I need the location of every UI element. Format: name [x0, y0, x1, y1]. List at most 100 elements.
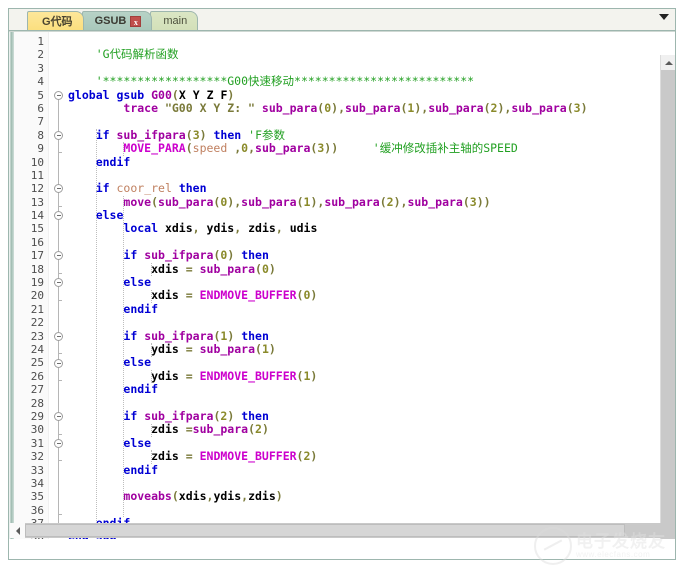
code-line: moveabs(xdis,ydis,zdis) — [123, 489, 283, 504]
scroll-up-button[interactable] — [661, 55, 675, 70]
tab-main[interactable]: main — [150, 11, 199, 30]
vertical-scrollbar[interactable] — [660, 55, 675, 539]
indent-guide — [151, 343, 153, 357]
line-number: 6 — [37, 101, 44, 115]
horizontal-scroll-thumb[interactable] — [25, 524, 625, 537]
code-line: zdis =sub_para(2) — [151, 422, 269, 437]
indent-guide — [151, 450, 153, 464]
code-line: if sub_ifpara(1) then — [123, 328, 269, 343]
line-number: 30 — [30, 423, 44, 437]
indent-guide — [151, 289, 153, 303]
application-window: G代码 GSUB x main 1 2 3 4 5 6 7 8 9 10 11 12 13 14 15 16 1… — [0, 0, 686, 571]
tab-main-label: main — [163, 15, 188, 27]
fold-end-tick — [58, 514, 62, 515]
line-number: 28 — [30, 396, 44, 410]
line-number: 35 — [30, 490, 44, 504]
horizontal-scrollbar[interactable] — [10, 523, 662, 538]
line-number: 25 — [30, 356, 44, 370]
line-number: 17 — [30, 249, 44, 263]
line-number: 5 — [37, 88, 44, 102]
indent-guide — [151, 423, 153, 437]
fold-end-tick — [58, 205, 62, 207]
fold-end-tick — [58, 460, 62, 462]
line-number: 9 — [37, 142, 44, 156]
arrow-up-icon — [664, 60, 673, 65]
code-line: ydis = ENDMOVE_BUFFER(1) — [151, 368, 318, 383]
line-number: 10 — [30, 155, 44, 169]
line-number: 20 — [30, 289, 44, 303]
tab-gsub[interactable]: GSUB x — [81, 11, 153, 30]
code-line: if coor_rel then — [95, 181, 207, 196]
line-number-gutter: 1 2 3 4 5 6 7 8 9 10 11 12 13 14 15 16 17 18 19 20 21 22 23 24 2… — [14, 32, 48, 539]
line-number: 21 — [30, 302, 44, 316]
tab-gsub-label: GSUB — [94, 15, 127, 27]
code-line: endif — [95, 154, 131, 169]
code-line: ydis = sub_para(1) — [151, 341, 276, 356]
fold-toggle-icon[interactable] — [54, 90, 63, 100]
fold-end-tick — [58, 433, 62, 435]
code-line: endif — [123, 382, 159, 397]
code-editor-panel: G代码 GSUB x main 1 2 3 4 5 6 7 8 9 10 11 12 13 14 15 16 1… — [8, 8, 676, 560]
source-code-text[interactable]: 'G代码解析函数 '******************G00快速移动*****… — [68, 32, 675, 539]
code-line: local xdis, ydis, zdis, udis — [123, 221, 318, 236]
line-number: 13 — [30, 195, 44, 209]
code-line: else — [95, 208, 124, 223]
tab-gcode[interactable]: G代码 — [27, 11, 84, 30]
fold-range-line — [58, 258, 59, 270]
editor-tab-bar: G代码 GSUB x main — [9, 9, 675, 31]
code-line: endif — [123, 462, 159, 477]
line-number: 34 — [30, 476, 44, 490]
line-number: 32 — [30, 450, 44, 464]
line-number: 31 — [30, 436, 44, 450]
fold-toggle-icon[interactable] — [54, 358, 63, 368]
line-number: 2 — [37, 48, 44, 62]
code-line: '******************G00快速移动**************… — [95, 74, 475, 89]
line-number: 19 — [30, 276, 44, 290]
close-icon[interactable]: x — [130, 15, 142, 27]
line-number: 26 — [30, 369, 44, 383]
indent-guide — [151, 370, 153, 384]
scroll-left-button[interactable] — [10, 523, 25, 538]
code-line: xdis = sub_para(0) — [151, 261, 276, 276]
fold-margin[interactable] — [48, 32, 68, 539]
line-number: 22 — [30, 316, 44, 330]
fold-toggle-icon[interactable] — [54, 331, 63, 341]
line-number: 11 — [30, 168, 44, 182]
line-number: 4 — [37, 75, 44, 89]
code-region: 1 2 3 4 5 6 7 8 9 10 11 12 13 14 15 16 17 18 19 20 21 22 23 24 2… — [9, 31, 675, 539]
line-number: 16 — [30, 235, 44, 249]
indent-guide — [123, 195, 125, 518]
code-line: move(sub_para(0),sub_para(1),sub_para(2)… — [123, 194, 491, 209]
line-number: 18 — [30, 262, 44, 276]
code-line: else — [123, 355, 152, 370]
code-line: MOVE_PARA(speed ,0,sub_para(3)) '缓冲修改插补主… — [123, 141, 518, 156]
code-line: endif — [123, 301, 159, 316]
arrow-left-icon — [15, 526, 20, 535]
line-number: 29 — [30, 409, 44, 423]
code-line: if sub_ifpara(0) then — [123, 248, 269, 263]
line-number: 33 — [30, 463, 44, 477]
indent-guide — [151, 262, 153, 277]
line-number: 23 — [30, 329, 44, 343]
line-number: 7 — [37, 115, 44, 129]
code-line: else — [123, 275, 152, 290]
chevron-down-icon[interactable] — [659, 14, 669, 20]
fold-end-tick — [58, 299, 62, 301]
line-number: 15 — [30, 222, 44, 236]
code-line: xdis = ENDMOVE_BUFFER(0) — [151, 288, 318, 303]
code-body[interactable]: 1 2 3 4 5 6 7 8 9 10 11 12 13 14 15 16 17 18 19 20 21 22 23 24 2… — [14, 32, 675, 539]
line-number: 3 — [37, 61, 44, 75]
line-number: 36 — [30, 503, 44, 517]
fold-toggle-icon[interactable] — [54, 439, 63, 448]
fold-toggle-icon[interactable] — [54, 130, 63, 140]
fold-end-tick — [58, 152, 62, 154]
code-line: global gsub G00(X Y Z F) — [68, 87, 235, 102]
